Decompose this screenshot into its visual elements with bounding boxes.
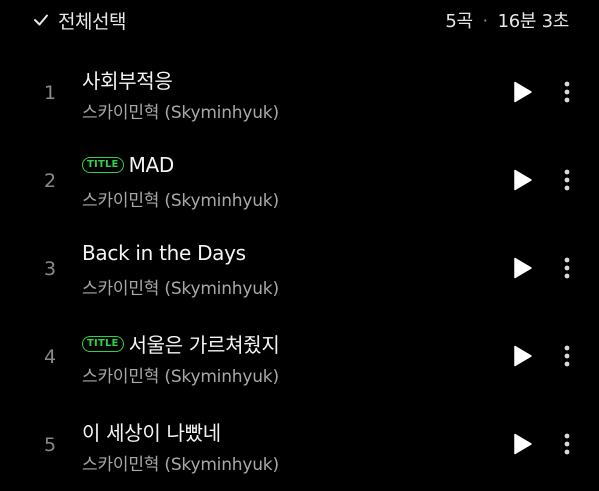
track-number: 2 xyxy=(43,170,57,192)
summary-separator: · xyxy=(482,10,488,30)
play-icon xyxy=(514,81,532,103)
select-all-label: 전체선택 xyxy=(58,10,126,33)
play-button[interactable] xyxy=(510,344,534,368)
title-track-badge: TITLE xyxy=(82,157,124,173)
track-number: 1 xyxy=(43,82,57,104)
track-artist[interactable]: 스카이민혁 (Skyminhyuk) xyxy=(82,274,279,299)
more-vertical-icon xyxy=(564,81,570,103)
track-artist[interactable]: 스카이민혁 (Skyminhyuk) xyxy=(82,362,279,387)
play-button[interactable] xyxy=(510,80,534,104)
track-row[interactable]: 2 TITLE MAD 스카이민혁 (Skyminhyuk) xyxy=(0,136,599,224)
tracklist-summary: 5곡 · 16분 3초 xyxy=(445,6,569,34)
track-title: 이 세상이 나빴네 xyxy=(82,417,221,446)
total-duration: 16분 3초 xyxy=(497,11,570,32)
play-button[interactable] xyxy=(510,168,534,192)
check-icon xyxy=(32,11,50,29)
track-title: Back in the Days xyxy=(82,241,246,265)
track-artist[interactable]: 스카이민혁 (Skyminhyuk) xyxy=(82,98,279,123)
more-options-button[interactable] xyxy=(557,430,577,458)
play-icon xyxy=(514,345,532,367)
track-title-text: Back in the Days xyxy=(82,241,246,265)
track-number: 4 xyxy=(43,346,57,368)
more-vertical-icon xyxy=(564,345,570,367)
track-row[interactable]: 3 Back in the Days 스카이민혁 (Skyminhyuk) xyxy=(0,224,599,312)
select-all-button[interactable]: 전체선택 xyxy=(32,6,126,34)
more-options-button[interactable] xyxy=(557,166,577,194)
track-artist[interactable]: 스카이민혁 (Skyminhyuk) xyxy=(82,450,279,475)
more-options-button[interactable] xyxy=(557,342,577,370)
track-title-text: MAD xyxy=(128,153,175,177)
track-row[interactable]: 4 TITLE 서울은 가르쳐줬지 스카이민혁 (Skyminhyuk) xyxy=(0,312,599,400)
track-title: 사회부적응 xyxy=(82,65,173,94)
track-artist[interactable]: 스카이민혁 (Skyminhyuk) xyxy=(82,186,279,211)
track-title-text: 사회부적응 xyxy=(82,69,173,93)
track-title-text: 서울은 가르쳐줬지 xyxy=(128,333,280,357)
track-number: 3 xyxy=(43,258,57,280)
title-track-badge: TITLE xyxy=(82,335,124,352)
track-title-text: 이 세상이 나빴네 xyxy=(82,421,221,445)
play-icon xyxy=(514,433,532,455)
play-icon xyxy=(514,169,532,191)
play-button[interactable] xyxy=(510,432,534,456)
more-options-button[interactable] xyxy=(557,254,577,282)
track-number: 5 xyxy=(43,434,57,456)
tracklist-header: 전체선택 5곡 · 16분 3초 xyxy=(0,0,599,40)
play-button[interactable] xyxy=(510,256,534,280)
track-title: TITLE 서울은 가르쳐줬지 xyxy=(82,329,280,358)
track-count: 5곡 xyxy=(445,11,473,32)
track-title: TITLE MAD xyxy=(82,153,174,177)
more-vertical-icon xyxy=(564,257,570,279)
more-vertical-icon xyxy=(564,433,570,455)
more-options-button[interactable] xyxy=(557,78,577,106)
more-vertical-icon xyxy=(564,169,570,191)
track-row[interactable]: 1 사회부적응 스카이민혁 (Skyminhyuk) xyxy=(0,48,599,136)
track-row[interactable]: 5 이 세상이 나빴네 스카이민혁 (Skyminhyuk) xyxy=(0,400,599,488)
play-icon xyxy=(514,257,532,279)
